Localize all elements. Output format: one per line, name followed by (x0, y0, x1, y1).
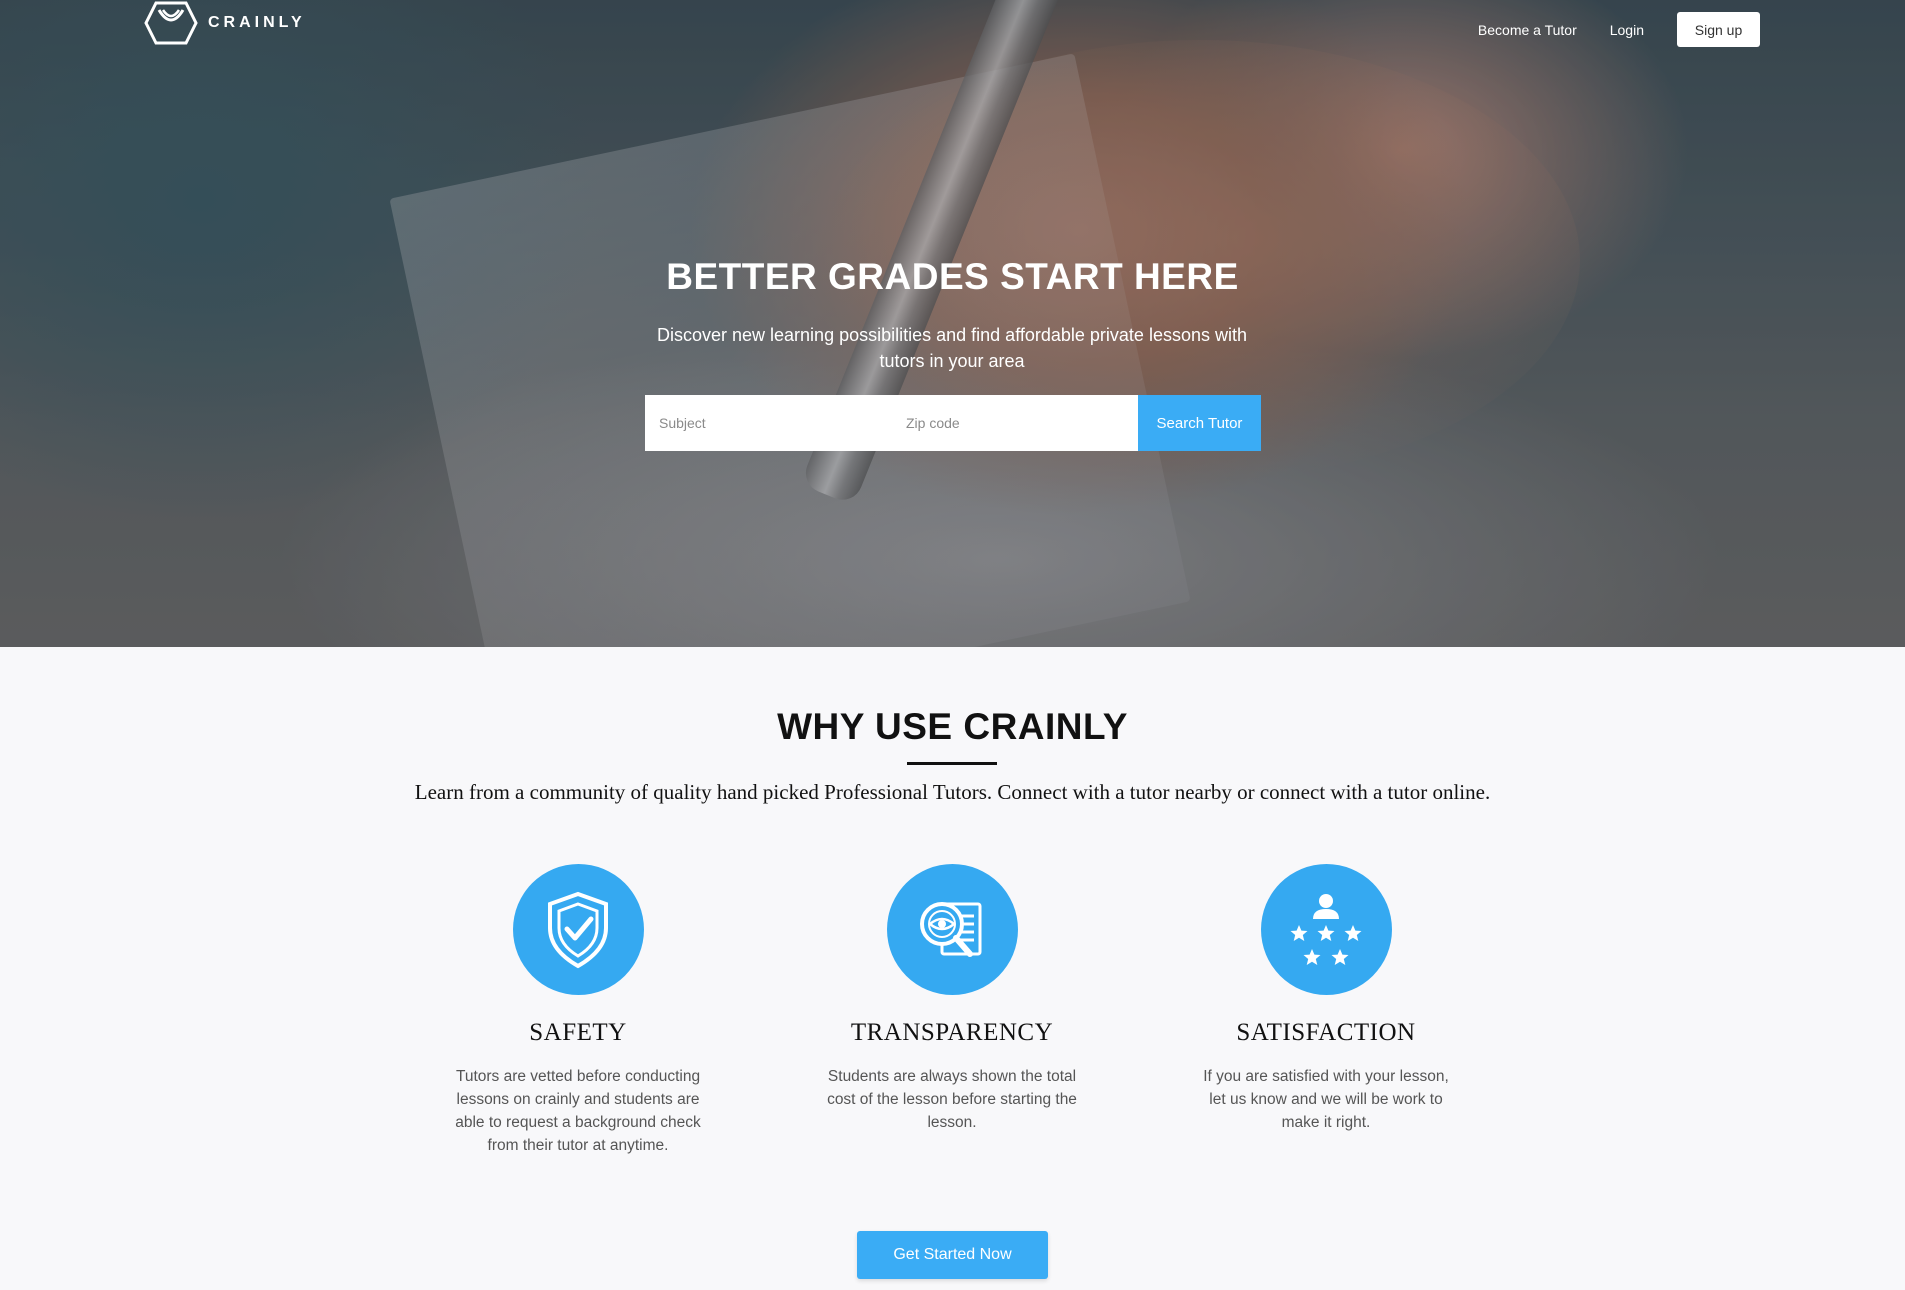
shield-check-icon (512, 864, 644, 995)
brand-logo[interactable]: CRAINLY (144, 0, 306, 46)
feature-text: If you are satisfied with your lesson, l… (1203, 1068, 1449, 1131)
brand-name: CRAINLY (208, 14, 306, 31)
feature-satisfaction: SATISFACTION If you are satisfied with y… (1176, 864, 1476, 1134)
feature-text: Tutors are vetted before conducting less… (455, 1068, 701, 1154)
signup-button[interactable]: Sign up (1677, 12, 1760, 47)
feature-title: SATISFACTION (1236, 1019, 1416, 1046)
feature-safety: SAFETY Tutors are vetted before conducti… (428, 864, 728, 1157)
title-divider (907, 762, 997, 765)
login-link[interactable]: Login (1610, 22, 1644, 38)
top-nav: Become a Tutor Login Sign up (1478, 12, 1760, 47)
subject-input[interactable] (645, 395, 892, 451)
hero-title: BETTER GRADES START HERE (666, 256, 1239, 297)
search-tutor-button[interactable]: Search Tutor (1138, 395, 1261, 451)
crainly-logo-icon (144, 1, 198, 45)
zip-code-input[interactable] (892, 395, 1138, 451)
feature-text: Students are always shown the total cost… (827, 1068, 1077, 1131)
feature-title: SAFETY (529, 1019, 627, 1046)
feature-title: TRANSPARENCY (850, 1019, 1054, 1046)
tutor-search-form: Search Tutor (645, 395, 1261, 451)
hero-subtitle: Discover new learning possibilities and … (657, 325, 1247, 371)
feature-transparency: TRANSPARENCY Students are always shown t… (802, 864, 1102, 1134)
user-stars-icon (1260, 864, 1392, 995)
why-section-title: WHY USE CRAINLY (777, 706, 1128, 747)
become-tutor-link[interactable]: Become a Tutor (1478, 22, 1577, 38)
get-started-button[interactable]: Get Started Now (857, 1231, 1048, 1279)
magnifier-document-icon (886, 864, 1018, 995)
why-section-description: Learn from a community of quality hand p… (414, 780, 1491, 804)
